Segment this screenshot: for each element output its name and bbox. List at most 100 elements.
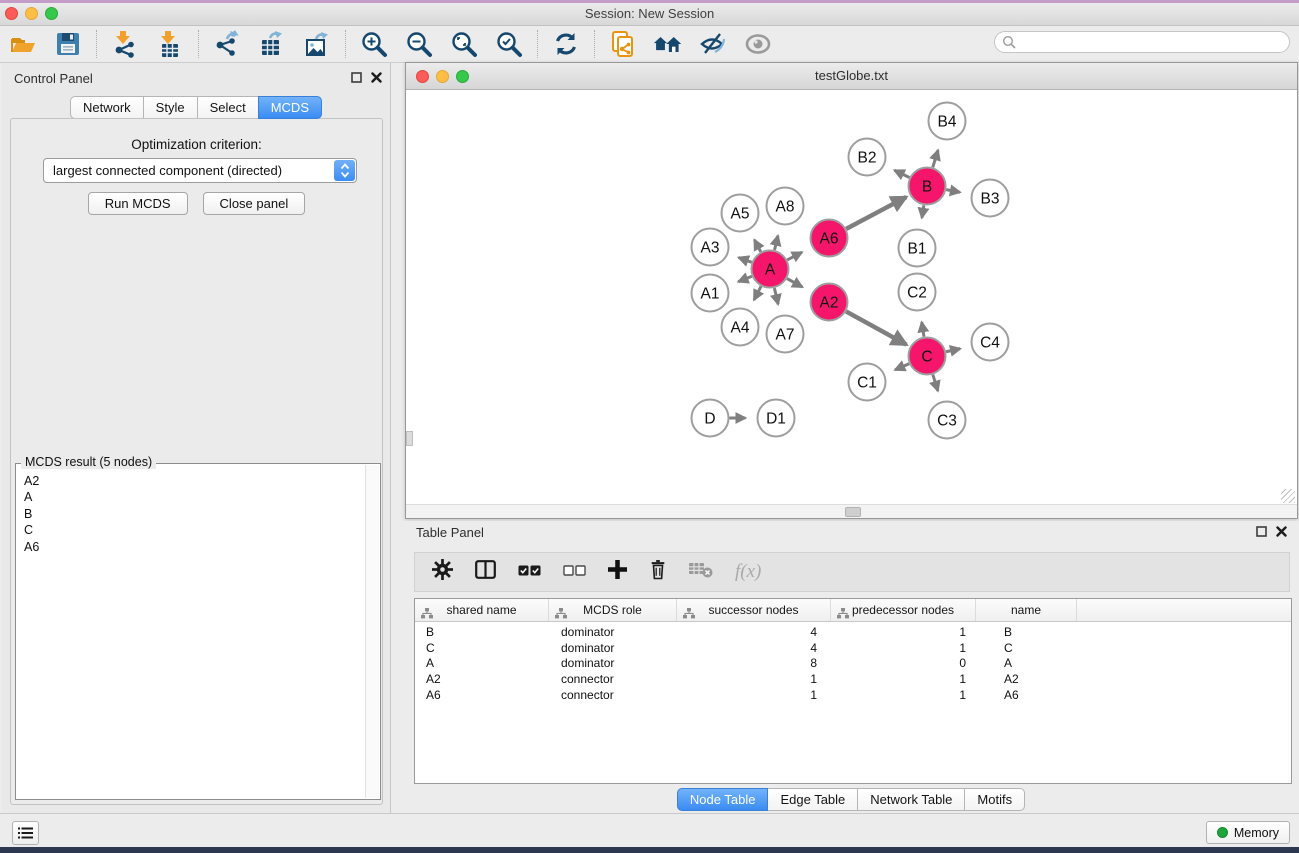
function-builder-icon[interactable]: f(x) [735,561,761,583]
control-panel-tabs: Network Style Select MCDS [2,96,390,119]
split-columns-icon[interactable] [475,560,496,584]
column-type-icon [421,604,433,626]
zoom-in-icon[interactable] [359,29,389,59]
result-item[interactable]: A [24,489,365,505]
show-networks-home-icon[interactable] [653,29,683,59]
graph-edge-C-C1[interactable] [895,364,909,370]
graph-node-label-C2: C2 [907,285,927,302]
tab-mcds[interactable]: MCDS [258,96,322,119]
column-header-name[interactable]: name [976,599,1077,621]
app-title: Session: New Session [0,3,1299,25]
column-header-mcds-role[interactable]: MCDS role [549,599,677,621]
graph-node-label-C4: C4 [980,335,1000,352]
horizontal-scrollbar[interactable] [406,504,1297,518]
column-header-successor-nodes[interactable]: successor nodes [677,599,831,621]
graph-edge-B-B1[interactable] [922,205,924,218]
column-header-predecessor-nodes[interactable]: predecessor nodes [831,599,976,621]
result-item[interactable]: C [24,522,365,538]
mcds-panel: Optimization criterion: largest connecte… [10,118,383,805]
control-panel: Control Panel Network Style Select MCDS … [2,63,391,813]
graph-edge-A-A4[interactable] [754,286,761,300]
result-scrollbar[interactable] [365,465,379,798]
zoom-network-window-button[interactable] [456,70,469,83]
graph-node-label-D1: D1 [766,411,786,428]
tab-network-table[interactable]: Network Table [857,788,965,811]
graph-edge-A6-B[interactable] [846,197,906,229]
graph-edge-A-A8[interactable] [775,236,778,250]
result-item[interactable]: A6 [24,539,365,555]
column-type-icon [555,604,567,626]
graph-edge-A-A3[interactable] [739,257,752,262]
export-image-icon[interactable] [302,29,332,59]
network-canvas[interactable]: AA1A2A3A4A5A6A7A8BB1B2B3B4CC1C2C3C4DD1 [406,90,1297,518]
select-all-icon[interactable] [518,563,541,581]
float-table-panel-icon[interactable] [1256,526,1267,537]
table-panel-title: Table Panel [416,525,484,540]
graph-edge-C-C2[interactable] [922,322,924,337]
close-panel-button[interactable]: Close panel [203,192,306,215]
zoom-window-button[interactable] [45,7,58,20]
tab-motifs[interactable]: Motifs [964,788,1025,811]
float-panel-icon[interactable] [351,72,362,83]
tab-select[interactable]: Select [197,96,259,119]
table-row[interactable]: A2connector11A2 [415,672,1291,688]
result-item[interactable]: B [24,506,365,522]
network-window-title: testGlobe.txt [406,63,1297,89]
close-window-button[interactable] [5,7,18,20]
column-header-shared-name[interactable]: shared name [415,599,549,621]
status-bar: Memory [0,813,1299,847]
deselect-all-icon[interactable] [563,563,586,581]
graph-edge-A-A2[interactable] [787,279,802,288]
export-table-icon[interactable] [257,29,287,59]
graph-edge-C-C4[interactable] [946,349,960,352]
column-type-icon [683,604,695,626]
add-column-icon[interactable] [608,560,627,584]
zoom-selected-icon[interactable] [494,29,524,59]
import-network-icon[interactable] [110,29,140,59]
tab-edge-table[interactable]: Edge Table [767,788,858,811]
horizontal-scroll-thumb[interactable] [845,507,861,517]
graph-edge-B-B3[interactable] [946,190,960,193]
graph-edge-C-C3[interactable] [933,375,938,391]
export-network-icon[interactable] [212,29,242,59]
graph-edge-B-B2[interactable] [894,170,909,177]
run-mcds-button[interactable]: Run MCDS [88,192,188,215]
minimize-window-button[interactable] [25,7,38,20]
tab-node-table[interactable]: Node Table [677,788,769,811]
graph-edge-A2-C[interactable] [846,311,906,344]
table-row[interactable]: A6connector11A6 [415,688,1291,704]
graph-edge-B-B4[interactable] [933,150,938,167]
save-session-icon[interactable] [53,29,83,59]
delete-column-icon[interactable] [649,559,667,585]
optimization-criterion-select[interactable]: largest connected component (directed) [43,158,357,183]
vertical-scroll-thumb[interactable] [406,431,413,446]
tab-network[interactable]: Network [70,96,144,119]
table-row[interactable]: Bdominator41B [415,625,1291,641]
graph-edge-A-A7[interactable] [774,288,778,304]
table-row[interactable]: Adominator80A [415,656,1291,672]
window-resize-grip[interactable] [1281,489,1295,503]
toggle-details-icon[interactable] [698,29,728,59]
close-table-panel-icon[interactable] [1276,526,1287,537]
memory-button[interactable]: Memory [1206,821,1290,844]
task-history-button[interactable] [12,821,39,845]
delete-table-icon[interactable] [689,561,713,583]
zoom-out-icon[interactable] [404,29,434,59]
duplicate-network-icon[interactable] [608,29,638,59]
graph-edge-A-A1[interactable] [738,276,752,281]
close-panel-icon[interactable] [371,72,382,83]
zoom-fit-icon[interactable] [449,29,479,59]
search-input[interactable] [1016,34,1289,50]
result-item[interactable]: A2 [24,473,365,489]
table-row[interactable]: Cdominator41C [415,641,1291,657]
graph-edge-A-A6[interactable] [787,252,802,260]
open-session-icon[interactable] [8,29,38,59]
minimize-network-window-button[interactable] [436,70,449,83]
refresh-icon[interactable] [551,29,581,59]
close-network-window-button[interactable] [416,70,429,83]
import-table-icon[interactable] [155,29,185,59]
settings-gear-icon[interactable] [432,559,453,585]
graph-edge-A-A5[interactable] [754,240,760,252]
tab-style[interactable]: Style [143,96,198,119]
show-details-eye-icon[interactable] [743,29,773,59]
